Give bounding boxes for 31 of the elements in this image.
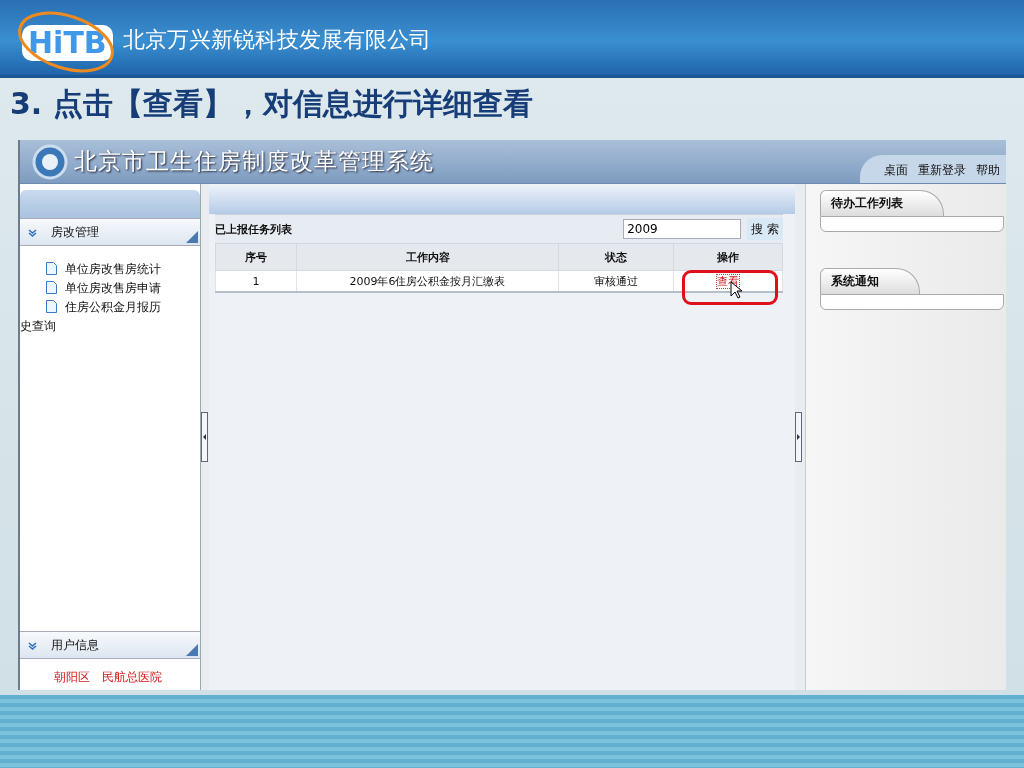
column-header: 工作内容 — [296, 243, 559, 271]
nav-link[interactable]: 帮助 — [976, 162, 1000, 179]
user-info: 民航总医院 — [102, 669, 162, 686]
document-icon — [46, 262, 57, 275]
section-header[interactable]: 房改管理 — [20, 218, 200, 246]
sidebar-item[interactable]: 住房公积金月报历史查询 — [20, 298, 170, 336]
section-header[interactable]: 用户信息 — [20, 631, 200, 659]
table-cell: 1 — [215, 270, 297, 292]
search-button[interactable]: 搜 索 — [747, 218, 783, 240]
column-header: 状态 — [558, 243, 674, 271]
collapse-handle[interactable] — [795, 412, 802, 462]
column-header: 操作 — [673, 243, 783, 271]
document-icon — [46, 300, 57, 313]
slide-title: 3. 点击【查看】，对信息进行详细查看 — [9, 84, 534, 123]
nav-link[interactable]: 重新登录 — [918, 162, 966, 179]
search-field[interactable]: 2009 — [623, 219, 742, 239]
sidebar-item[interactable]: 单位房改售房申请 — [20, 279, 170, 298]
emblem-icon — [32, 143, 68, 180]
company-name: 北京万兴新锐科技发展有限公司 — [122, 25, 431, 54]
collapse-handle[interactable] — [201, 412, 208, 462]
nav-link[interactable]: 桌面 — [884, 162, 908, 179]
panel-tab[interactable]: 系统通知 — [820, 268, 920, 294]
corner-icon — [186, 644, 198, 656]
user-info: 朝阳区 — [54, 669, 90, 686]
sidebar-item[interactable]: 单位房改售房统计 — [20, 260, 170, 279]
document-icon — [46, 281, 57, 294]
system-title: 北京市卫生住房制度改革管理系统 — [74, 147, 434, 176]
column-header: 序号 — [215, 243, 297, 271]
panel-tab[interactable]: 待办工作列表 — [820, 190, 944, 216]
corner-icon — [186, 231, 198, 243]
panel-title: 已上报任务列表 — [215, 221, 292, 237]
